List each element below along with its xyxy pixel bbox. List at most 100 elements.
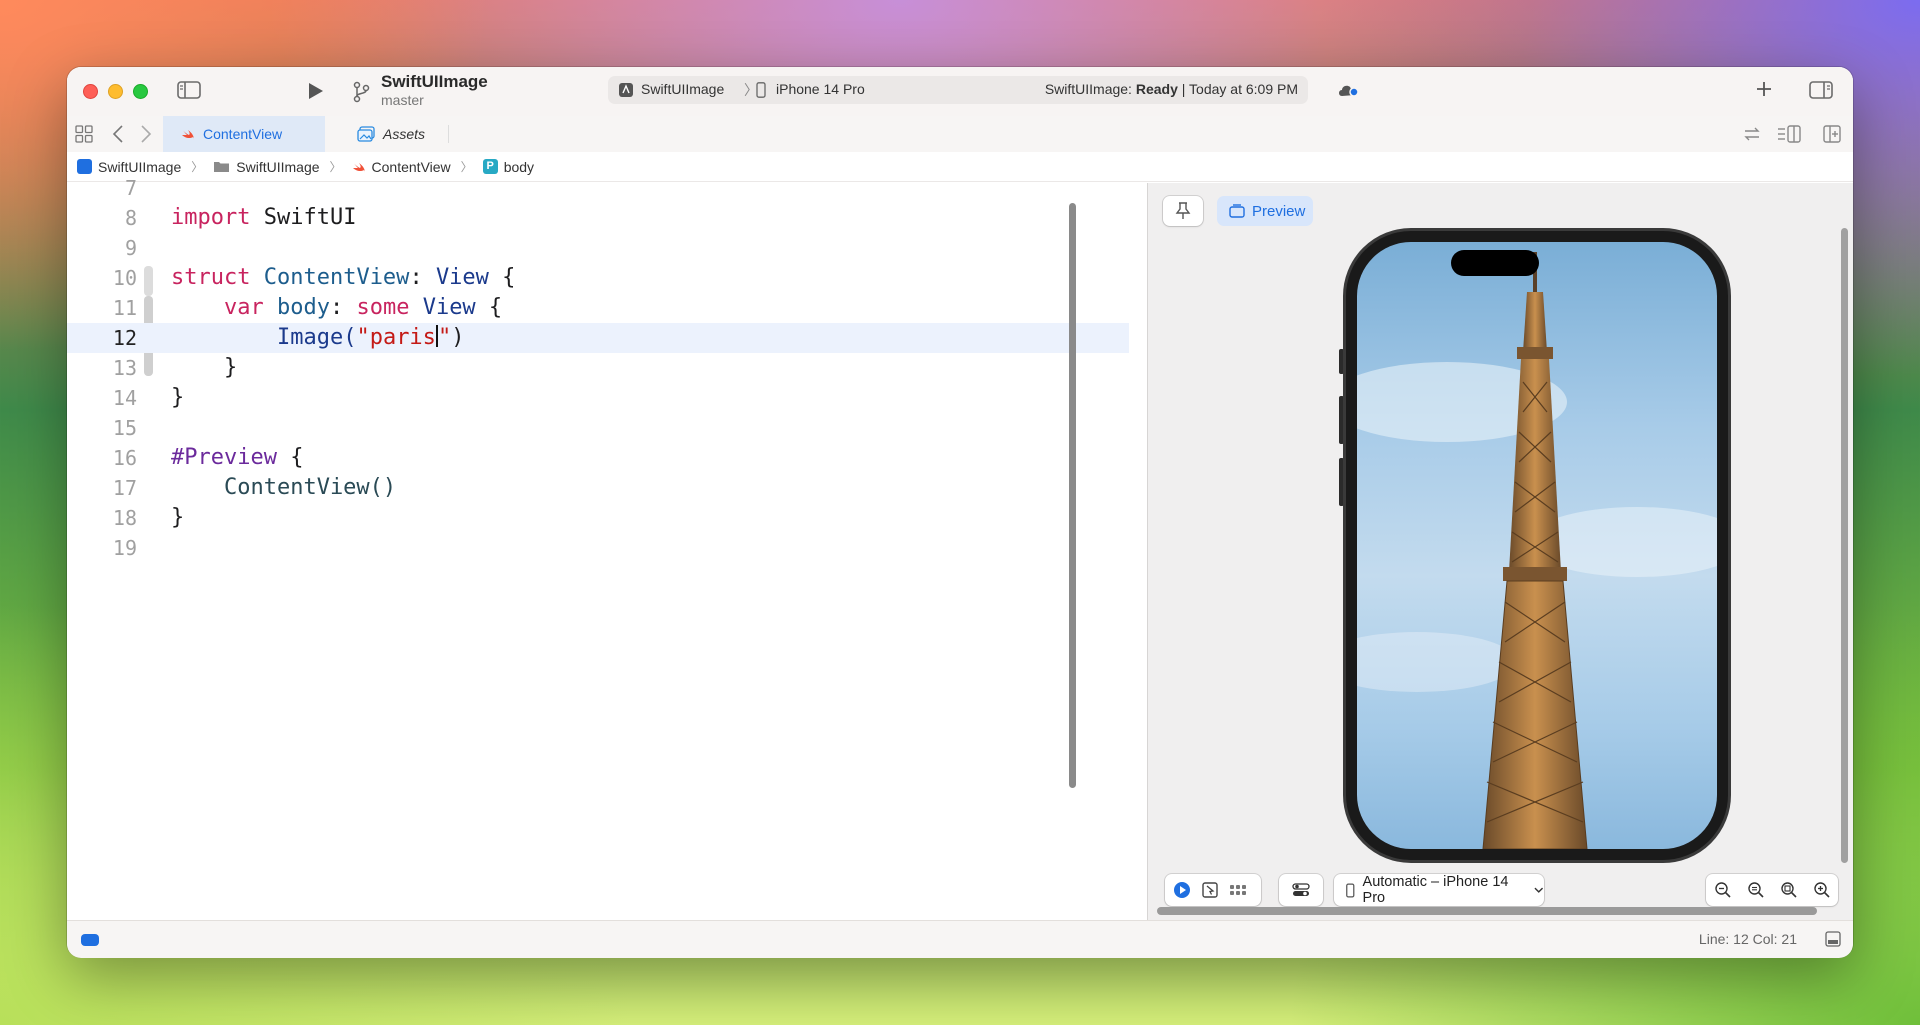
iphone-device-icon (1346, 883, 1355, 897)
canvas-vertical-scrollbar[interactable] (1841, 228, 1848, 863)
code-line: 9 (67, 233, 1129, 263)
string-token: " (437, 325, 452, 350)
pin-preview-button[interactable] (1163, 196, 1203, 226)
status-time: | Today at 6:09 PM (1177, 81, 1298, 97)
preview-mode-button[interactable]: Preview (1217, 196, 1313, 226)
branch-name[interactable]: master (381, 92, 424, 108)
zoom-out-icon[interactable] (1714, 881, 1732, 899)
line-number: 14 (112, 386, 137, 410)
source-control-branch-icon[interactable] (352, 81, 370, 103)
eiffel-tower-image (1357, 252, 1717, 849)
punct-token: } (171, 385, 185, 410)
related-items-grid-icon[interactable] (75, 125, 93, 143)
source-editor[interactable]: 7 8 import SwiftUI 9 10 struct ContentVi… (67, 176, 1129, 920)
code-line: 11 var body: some View { (67, 293, 1129, 323)
keyword-token: var (223, 295, 264, 320)
scheme-target[interactable]: SwiftUIImage (641, 81, 724, 97)
run-destination[interactable]: iPhone 14 Pro (776, 81, 865, 97)
preview-label: Preview (1252, 202, 1306, 220)
live-play-icon[interactable] (1173, 881, 1191, 899)
line-number: 7 (124, 176, 137, 200)
canvas-horizontal-scrollbar[interactable] (1157, 907, 1817, 915)
chevron-down-icon (1534, 887, 1544, 893)
property-badge-icon: P (482, 159, 498, 174)
line-number: 12 (112, 326, 137, 350)
status-prefix: SwiftUIImage: (1044, 81, 1136, 97)
line-number: 11 (112, 296, 137, 320)
line-number: 16 (112, 446, 137, 470)
library-plus-icon[interactable] (1753, 78, 1775, 100)
swift-file-icon (182, 130, 194, 140)
code-line: 16 #Preview { (67, 443, 1129, 473)
zoom-100-icon[interactable] (1747, 881, 1765, 899)
build-status: SwiftUIImage: Ready | Today at 6:09 PM (1045, 81, 1298, 97)
debug-bar: Line: 12 Col: 21 (67, 920, 1853, 958)
call-token: ContentView() (171, 475, 397, 500)
tab-contentview[interactable]: ContentView (163, 116, 325, 152)
swap-arrows-icon[interactable] (1743, 125, 1761, 143)
punct-token: : (409, 265, 436, 290)
code-line: 18 } (67, 503, 1129, 533)
tab-separator (448, 125, 449, 143)
cursor-position: Line: 12 Col: 21 (1698, 931, 1797, 947)
project-icon (77, 159, 92, 174)
run-icon[interactable] (305, 81, 325, 101)
status-state: Ready (1135, 81, 1178, 97)
back-chevron-icon[interactable] (112, 124, 124, 144)
punct-token: { (488, 265, 516, 290)
type-decl-token: ContentView (250, 265, 410, 290)
zoom-window-button[interactable] (133, 84, 148, 99)
preview-device-selector[interactable]: Automatic – iPhone 14 Pro (1334, 874, 1544, 906)
code-line: 8 import SwiftUI (67, 203, 1129, 233)
breakpoints-toggle-icon[interactable] (81, 934, 99, 946)
line-number: 18 (112, 506, 137, 530)
inspector-toggle-icon[interactable] (1809, 81, 1833, 99)
zoom-to-fit-icon[interactable] (1780, 881, 1798, 899)
module-token: SwiftUI (250, 205, 357, 230)
type-token: View (409, 295, 476, 320)
add-editor-icon[interactable] (1823, 125, 1841, 143)
activity-scheme-bar: SwiftUIImage 〉 iPhone 14 Pro SwiftUIImag… (608, 76, 1308, 104)
tab-label: Assets (383, 126, 426, 142)
project-name[interactable]: SwiftUIImage (381, 72, 488, 92)
editor-tab-bar: ContentView Assets (67, 116, 1853, 153)
preview-mode-controls (1165, 874, 1261, 906)
line-number: 10 (112, 266, 137, 290)
toggles-icon (1292, 883, 1310, 896)
tab-assets[interactable]: Assets (339, 116, 449, 152)
punct-token: ) (451, 325, 465, 350)
minimize-window-button[interactable] (108, 84, 123, 99)
device-settings-button[interactable] (1279, 874, 1323, 906)
code-line: 17 ContentView() (67, 473, 1129, 503)
editor-scrollbar[interactable] (1069, 203, 1076, 788)
cloud-status-icon[interactable] (1336, 82, 1360, 98)
punct-token: { (276, 445, 304, 470)
variants-grid-icon[interactable] (1229, 881, 1247, 899)
line-number: 13 (112, 356, 137, 380)
zoom-in-icon[interactable] (1813, 881, 1831, 899)
keyword-token: struct (171, 265, 251, 290)
code-line: 14 } (67, 383, 1129, 413)
punct-token: } (171, 505, 185, 530)
preview-window-icon (1229, 204, 1245, 218)
function-token: Image( (276, 325, 357, 350)
selectable-cursor-icon[interactable] (1201, 881, 1219, 899)
preview-image-paris[interactable] (1357, 242, 1717, 849)
editor-options-icon[interactable] (1777, 125, 1801, 143)
debug-area-toggle-icon[interactable] (1825, 931, 1841, 947)
titlebar: SwiftUIImage master SwiftUIImage 〉 iPhon… (67, 67, 1853, 117)
code-line: 13 } (67, 353, 1129, 383)
close-window-button[interactable] (83, 84, 98, 99)
code-line: 15 (67, 413, 1129, 443)
string-token: "paris (356, 325, 436, 350)
forward-chevron-icon[interactable] (140, 124, 152, 144)
type-token: View (435, 265, 489, 290)
line-number: 17 (112, 476, 137, 500)
zoom-controls (1706, 874, 1838, 906)
tab-label: ContentView (203, 126, 283, 142)
keyword-token: import (171, 205, 251, 230)
navigator-toggle-icon[interactable] (177, 81, 201, 99)
code-line: 7 (67, 173, 1129, 203)
